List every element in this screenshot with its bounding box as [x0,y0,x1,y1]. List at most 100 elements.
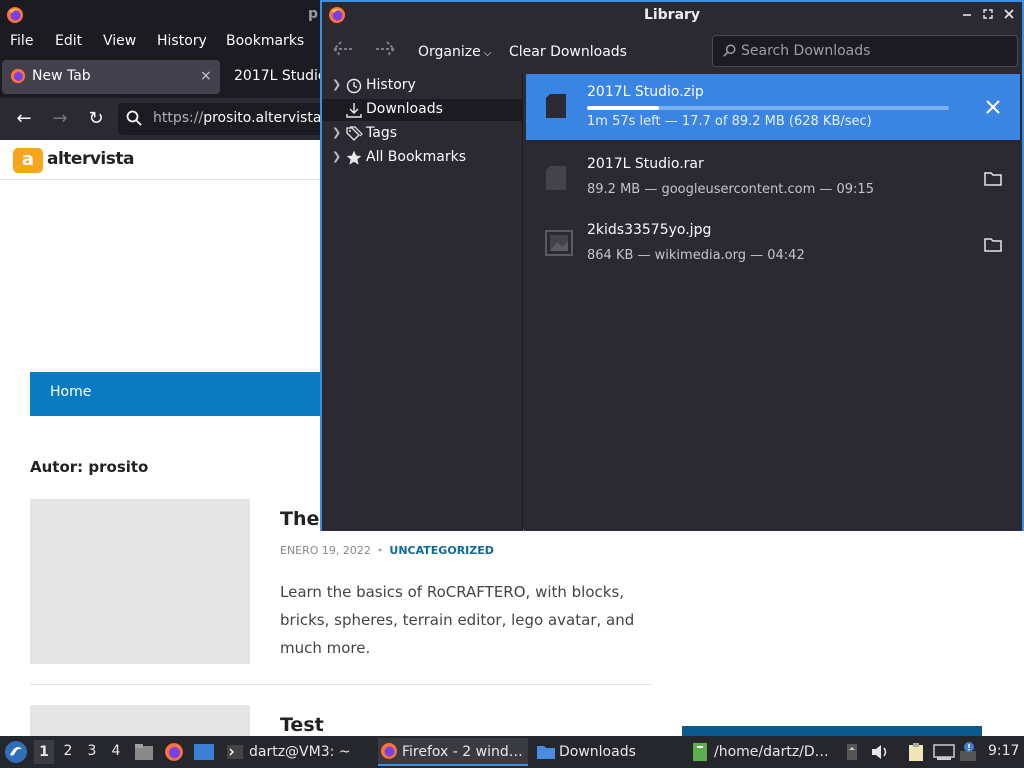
download-filename: 2017L Studio.zip [587,84,704,100]
archive-file-icon [544,164,568,196]
tab-label: 2017L Studio [234,68,327,84]
downloads-list: 2017L Studio.zip 1m 57s left — 17.7 of 8… [524,74,1022,531]
sidebar-item-label: History [366,77,416,93]
library-toolbar: Organize ⌵ Clear Downloads [322,30,1022,74]
taskbar: 1 2 3 4 dartz@VM3: ~ Firefox - 2 wind… D… [0,736,1024,768]
sidebar-item-downloads[interactable]: Downloads [322,99,523,121]
cancel-download-icon[interactable] [982,96,1004,118]
maximize-icon[interactable] [979,6,997,24]
firefox-tab-icon [10,68,26,88]
clear-downloads-button[interactable]: Clear Downloads [509,44,627,60]
forward-arrow-icon[interactable] [374,40,396,63]
workspace-3[interactable]: 3 [82,743,102,759]
menu-edit[interactable]: Edit [55,33,82,49]
text-editor-icon [692,742,708,766]
minimize-icon[interactable] [958,6,976,24]
taskbar-window-downloads[interactable]: Downloads [534,738,674,766]
taskbar-window-firefox[interactable]: Firefox - 2 wind… [378,738,528,766]
archive-file-icon [544,92,568,124]
download-filename: 2017L Studio.rar [587,156,704,172]
taskbar-window-label: dartz@VM3: ~ [249,744,351,760]
search-icon [126,110,142,130]
post-title[interactable]: Test [280,714,324,736]
volume-icon[interactable] [870,743,890,768]
show-desktop-icon[interactable] [193,743,215,768]
post-thumbnail[interactable] [30,705,250,736]
url-text: https://prosito.altervista [153,110,322,126]
clock-icon [346,78,362,98]
chevron-right-icon[interactable]: ❯ [332,78,341,91]
menu-file[interactable]: File [10,33,33,49]
taskbar-window-label: Firefox - 2 wind… [402,744,523,760]
tab-close-icon[interactable]: × [200,68,212,84]
folder-icon [536,743,556,765]
chevron-right-icon[interactable]: ❯ [332,150,341,163]
clipboard-icon[interactable] [906,742,926,768]
chevron-down-icon: ⌵ [483,48,492,59]
library-sidebar: ❯ History Downloads ❯ Tags ❯ All Bookmar… [322,74,523,531]
notification-icon[interactable] [958,741,980,768]
post-thumbnail[interactable] [30,499,250,664]
close-icon[interactable] [1000,6,1018,24]
url-bar[interactable]: https://prosito.altervista [118,103,328,135]
tray-scroll-icon[interactable] [846,743,858,768]
sidebar-item-tags[interactable]: ❯ Tags [322,123,523,145]
file-manager-launcher-icon[interactable] [134,742,154,768]
taskbar-window-label: /home/dartz/D… [714,744,829,760]
image-file-icon [544,228,574,262]
firefox-window-title: p [308,6,319,22]
altervista-logo-icon[interactable]: a [13,148,43,173]
firefox-launcher-icon[interactable] [164,742,184,768]
nav-home-link[interactable]: Home [50,384,91,400]
terminal-icon [226,743,244,765]
forward-arrow-icon[interactable]: → [48,107,72,131]
download-status: 864 KB — wikimedia.org — 04:42 [587,248,805,263]
site-name[interactable]: altervista [47,149,134,169]
download-progress-bar [587,106,949,110]
firefox-logo-icon [6,6,24,28]
taskbar-window-label: Downloads [559,744,636,760]
site-nav: Home [30,372,330,416]
download-status: 89.2 MB — googleusercontent.com — 09:15 [587,182,874,197]
author-heading: Autor: prosito [30,458,149,476]
tab-2017l-studio[interactable]: 2017L Studio [224,60,327,94]
library-titlebar: Library [322,2,1022,30]
folder-icon[interactable] [982,168,1004,190]
menu-view[interactable]: View [103,33,136,49]
reload-icon[interactable]: ↻ [84,107,108,131]
post-title[interactable]: The [280,508,319,530]
taskbar-window-terminal[interactable]: dartz@VM3: ~ [224,738,354,766]
workspace-2[interactable]: 2 [58,743,78,759]
library-window: Library Organize⌵ Clear Downloads ❯ [320,0,1024,531]
firefox-icon [380,742,398,764]
download-item[interactable]: 2kids33575yo.jpg 864 KB — wikimedia.org … [526,212,1020,278]
folder-icon[interactable] [982,234,1004,256]
tag-icon [346,126,363,146]
menu-history[interactable]: History [157,33,207,49]
menu-bookmarks[interactable]: Bookmarks [226,33,304,49]
taskbar-window-file-path[interactable]: /home/dartz/D… [690,738,840,766]
sidebar-item-label: Tags [366,125,397,141]
search-downloads-box[interactable] [712,35,1018,67]
meta-separator: • [376,544,384,557]
sidebar-item-all-bookmarks[interactable]: ❯ All Bookmarks [322,147,523,169]
progress-fill [587,106,660,110]
clock: 9:17 [988,743,1020,759]
download-item[interactable]: 2017L Studio.zip 1m 57s left — 17.7 of 8… [526,74,1020,140]
download-item[interactable]: 2017L Studio.rar 89.2 MB — googleusercon… [526,146,1020,212]
sidebar-item-history[interactable]: ❯ History [322,75,523,97]
download-icon [346,102,362,122]
post-excerpt: Learn the basics of RoCRAFTERO, with blo… [280,583,635,657]
start-menu-icon[interactable] [4,740,28,768]
sidebar-widget [682,726,982,736]
post-category-link[interactable]: UNCATEGORIZED [389,544,493,557]
network-icon[interactable] [933,743,955,768]
workspace-4[interactable]: 4 [106,743,126,759]
organize-menu-button[interactable]: Organize ⌵ [418,44,491,60]
chevron-right-icon[interactable]: ❯ [332,126,341,139]
back-arrow-icon[interactable] [332,40,354,63]
search-downloads-input[interactable] [741,41,1011,61]
workspace-1[interactable]: 1 [34,740,54,764]
tab-new-tab[interactable]: New Tab × [2,60,220,94]
back-arrow-icon[interactable]: ← [12,107,36,131]
